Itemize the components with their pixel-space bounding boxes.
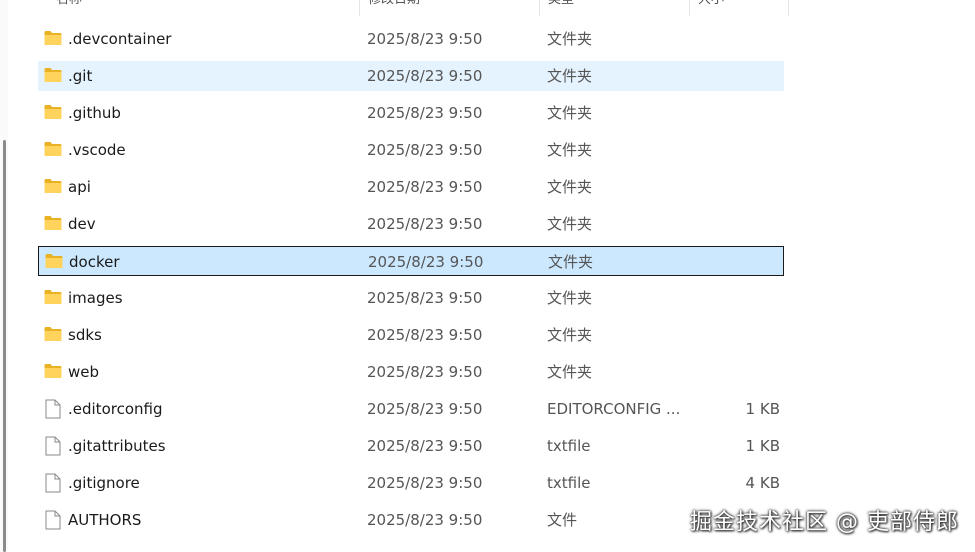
column-date-header[interactable]: 修改日期: [359, 0, 539, 16]
folder-icon: [44, 178, 62, 196]
folder-icon: [44, 67, 62, 85]
file-row[interactable]: web 2025/8/23 9:50 文件夹: [38, 357, 784, 387]
file-name: sdks: [68, 326, 102, 344]
file-date: 2025/8/23 9:50: [367, 141, 483, 159]
file-type: EDITORCONFIG ...: [547, 400, 681, 418]
column-header: 名称 修改日期 类型 大小: [0, 0, 790, 16]
file-date: 2025/8/23 9:50: [367, 215, 483, 233]
file-icon: [45, 510, 63, 530]
file-date: 2025/8/23 9:50: [367, 104, 483, 122]
file-name: .vscode: [68, 141, 126, 159]
file-icon: [45, 399, 63, 419]
folder-icon: [44, 30, 62, 48]
column-size-header[interactable]: 大小: [689, 0, 789, 16]
file-name: images: [68, 289, 123, 307]
file-name: AUTHORS: [68, 511, 142, 529]
file-name: .github: [68, 104, 121, 122]
folder-icon: [44, 141, 62, 159]
file-type: 文件夹: [547, 215, 593, 233]
file-row[interactable]: sdks 2025/8/23 9:50 文件夹: [38, 320, 784, 350]
folder-icon: [44, 363, 62, 381]
file-name: .gitattributes: [68, 437, 166, 455]
file-name: .editorconfig: [68, 400, 163, 418]
folder-icon: [44, 289, 62, 307]
file-type: txtfile: [547, 474, 591, 492]
file-name: .gitignore: [68, 474, 140, 492]
file-type: 文件夹: [547, 67, 593, 85]
file-icon: [45, 473, 63, 493]
scrollbar-thumb[interactable]: [3, 140, 6, 552]
file-date: 2025/8/23 9:50: [367, 363, 483, 381]
file-type: 文件夹: [547, 289, 593, 307]
file-row[interactable]: api 2025/8/23 9:50 文件夹: [38, 172, 784, 202]
vertical-scrollbar[interactable]: [0, 0, 8, 552]
file-date: 2025/8/23 9:50: [367, 178, 483, 196]
file-type: 文件夹: [548, 253, 594, 271]
folder-icon: [44, 104, 62, 122]
file-size: 4 KB: [745, 474, 780, 492]
file-name: web: [68, 363, 100, 381]
file-row[interactable]: .editorconfig 2025/8/23 9:50 EDITORCONFIG …: [38, 394, 784, 424]
file-date: 2025/8/23 9:50: [368, 253, 484, 271]
file-row[interactable]: .gitignore 2025/8/23 9:50 txtfile 4 KB: [38, 468, 784, 498]
file-row[interactable]: dev 2025/8/23 9:50 文件夹: [38, 209, 784, 239]
file-date: 2025/8/23 9:50: [367, 437, 483, 455]
watermark: 掘金技术社区 @ 吏部侍郎: [690, 510, 959, 535]
file-type: 文件夹: [547, 326, 593, 344]
file-row[interactable]: images 2025/8/23 9:50 文件夹: [38, 283, 784, 313]
file-type: txtfile: [547, 437, 591, 455]
file-row[interactable]: .devcontainer 2025/8/23 9:50 文件夹: [38, 24, 784, 54]
file-date: 2025/8/23 9:50: [367, 474, 483, 492]
column-name-header[interactable]: 名称: [48, 0, 360, 16]
file-icon: [45, 436, 63, 456]
file-type: 文件夹: [547, 104, 593, 122]
file-row[interactable]: .vscode 2025/8/23 9:50 文件夹: [38, 135, 784, 165]
file-row[interactable]: .gitattributes 2025/8/23 9:50 txtfile 1 KB: [38, 431, 784, 461]
file-row[interactable]: docker 2025/8/23 9:50 文件夹: [38, 246, 784, 276]
column-type-header[interactable]: 类型: [539, 0, 689, 16]
file-date: 2025/8/23 9:50: [367, 67, 483, 85]
file-type: 文件夹: [547, 178, 593, 196]
file-date: 2025/8/23 9:50: [367, 30, 483, 48]
file-row[interactable]: AUTHORS 2025/8/23 9:50 文件: [38, 505, 784, 535]
file-name: api: [68, 178, 91, 196]
file-date: 2025/8/23 9:50: [367, 511, 483, 529]
file-size: 1 KB: [745, 400, 780, 418]
file-type: 文件: [547, 511, 578, 529]
file-date: 2025/8/23 9:50: [367, 326, 483, 344]
folder-icon: [44, 326, 62, 344]
folder-icon: [45, 253, 63, 271]
file-name: .git: [68, 67, 93, 85]
file-row[interactable]: .git 2025/8/23 9:50 文件夹: [38, 61, 784, 91]
file-name: docker: [69, 253, 120, 271]
folder-icon: [44, 215, 62, 233]
file-row[interactable]: .github 2025/8/23 9:50 文件夹: [38, 98, 784, 128]
file-type: 文件夹: [547, 363, 593, 381]
file-type: 文件夹: [547, 30, 593, 48]
file-name: .devcontainer: [68, 30, 172, 48]
file-name: dev: [68, 215, 96, 233]
file-size: 1 KB: [745, 437, 780, 455]
file-type: 文件夹: [547, 141, 593, 159]
file-date: 2025/8/23 9:50: [367, 400, 483, 418]
file-date: 2025/8/23 9:50: [367, 289, 483, 307]
